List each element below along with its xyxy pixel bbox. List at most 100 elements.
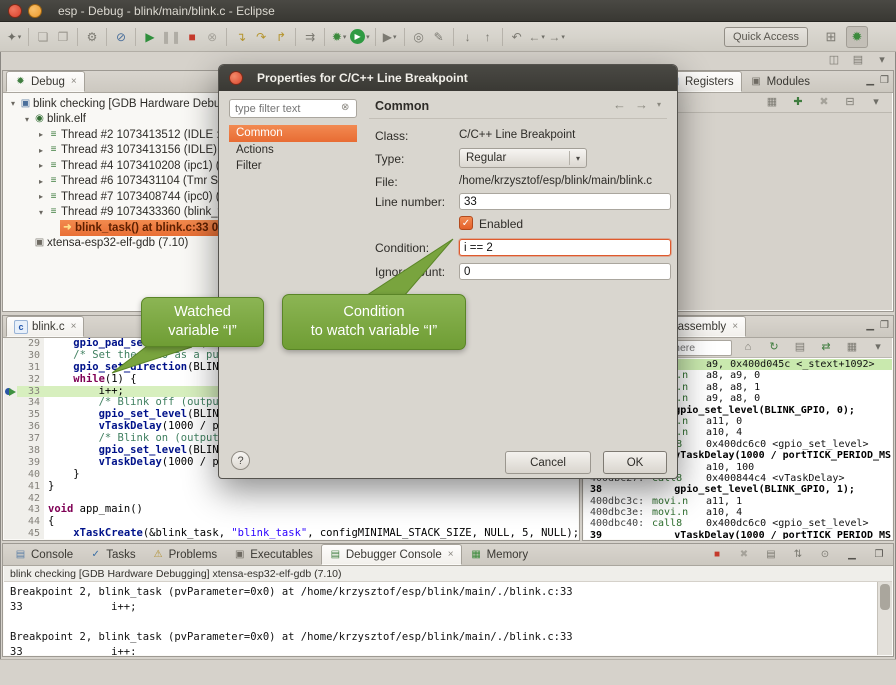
clear-console-icon[interactable]: ▤: [762, 547, 780, 562]
new-wizard-icon[interactable]: ✦▾: [5, 27, 23, 47]
maximize-icon[interactable]: ❐: [870, 547, 888, 562]
add-register-group-icon[interactable]: ✚: [789, 95, 807, 111]
disassembly-source-line[interactable]: 39 vTaskDelay(1000 / portTICK_PERIOD_MS)…: [584, 530, 892, 539]
filter-input[interactable]: [229, 99, 357, 118]
collapse-all-icon[interactable]: ⊟: [841, 95, 859, 111]
previous-annotation-icon[interactable]: ↑: [479, 27, 497, 47]
save-icon[interactable]: ❏: [34, 27, 52, 47]
search-icon[interactable]: ◎: [410, 27, 428, 47]
sync-selection-icon[interactable]: ⇄: [817, 340, 835, 356]
open-perspective-icon[interactable]: ⊞: [820, 26, 842, 48]
tab-console[interactable]: ▤Console: [6, 544, 81, 565]
breakpoint-margin[interactable]: [4, 504, 17, 516]
show-source-icon[interactable]: ▤: [791, 340, 809, 356]
breakpoint-margin[interactable]: [4, 338, 17, 350]
back-icon[interactable]: ←▾: [528, 27, 546, 47]
console-scrollbar[interactable]: [877, 582, 892, 655]
expander-open-icon[interactable]: ▾: [8, 99, 18, 108]
code-line[interactable]: 41}: [4, 481, 578, 493]
view-menu-icon[interactable]: ▾: [869, 340, 887, 356]
help-button[interactable]: ?: [231, 451, 250, 470]
debug-icon[interactable]: ✹▾: [330, 27, 348, 47]
editor-area-icon[interactable]: ◫: [825, 53, 843, 68]
breakpoint-margin[interactable]: [4, 528, 17, 539]
minimize-icon[interactable]: ▁: [866, 320, 874, 331]
expander-closed-icon[interactable]: ▸: [36, 146, 46, 155]
disconnect-icon[interactable]: ⊗: [203, 27, 221, 47]
close-tab-icon[interactable]: ×: [71, 76, 77, 87]
external-tools-icon[interactable]: ▶▾: [381, 27, 399, 47]
mark-occurrences-icon[interactable]: ✎: [430, 27, 448, 47]
breakpoint-margin[interactable]: [4, 493, 17, 505]
resume-icon[interactable]: ▶: [141, 27, 159, 47]
breakpoint-margin[interactable]: [4, 516, 17, 528]
window-close-button[interactable]: [8, 4, 22, 18]
disassembly-source-line[interactable]: 38 gpio_set_level(BLINK_GPIO, 1);: [584, 484, 892, 495]
condition-input[interactable]: [459, 239, 671, 256]
step-return-icon[interactable]: ↱: [272, 27, 290, 47]
enabled-checkbox[interactable]: ✓: [459, 216, 473, 230]
step-over-icon[interactable]: ↷: [252, 27, 270, 47]
breakpoint-margin[interactable]: [4, 445, 17, 457]
expander-open-icon[interactable]: ▾: [22, 115, 32, 124]
run-icon[interactable]: ▶▾: [350, 27, 370, 47]
forward-icon[interactable]: →▾: [548, 27, 566, 47]
breakpoint-margin[interactable]: [4, 362, 17, 374]
breakpoint-margin[interactable]: [4, 433, 17, 445]
breakpoint-margin[interactable]: [4, 457, 17, 469]
disassembly-line[interactable]: 400dbc40:call80x400dc6c0 <gpio_set_level…: [584, 518, 892, 529]
window-minimize-button[interactable]: [28, 4, 42, 18]
close-tab-icon[interactable]: ×: [71, 321, 77, 332]
dialog-nav-item-common[interactable]: Common: [229, 125, 357, 142]
forward-icon[interactable]: →: [635, 97, 648, 112]
line-number-input[interactable]: [459, 193, 671, 210]
ok-button[interactable]: OK: [603, 451, 667, 474]
history-menu-icon[interactable]: ▾: [657, 100, 661, 109]
tab-memory[interactable]: ▦Memory: [462, 544, 537, 565]
code-line[interactable]: 45 xTaskCreate(&blink_task, "blink_task"…: [4, 528, 578, 539]
refresh-icon[interactable]: ↻: [765, 340, 783, 356]
skip-all-breakpoints-icon[interactable]: ⊘: [112, 27, 130, 47]
debug-perspective-icon[interactable]: ✹: [846, 26, 868, 48]
disassembly-line[interactable]: 400dbc3c:movi.na11, 1: [584, 496, 892, 507]
tab-tasks[interactable]: ✓Tasks: [81, 544, 143, 565]
expander-closed-icon[interactable]: ▸: [36, 161, 46, 170]
home-icon[interactable]: ⌂: [739, 340, 757, 356]
breakpoint-margin[interactable]: [4, 374, 17, 386]
perspective-menu-icon[interactable]: ▾: [873, 53, 891, 68]
pin-console-icon[interactable]: ⊙: [816, 547, 834, 562]
layout-icon[interactable]: ▦: [763, 95, 781, 111]
expander-closed-icon[interactable]: ▸: [36, 192, 46, 201]
remove-register-group-icon[interactable]: ✖: [815, 95, 833, 111]
scroll-lock-icon[interactable]: ⇅: [789, 547, 807, 562]
tab-executables[interactable]: ▣Executables: [225, 544, 321, 565]
back-icon[interactable]: ←: [613, 97, 626, 112]
code-line[interactable]: 43void app_main(): [4, 504, 578, 516]
dialog-nav-item-filter[interactable]: Filter: [229, 158, 357, 175]
cancel-button[interactable]: Cancel: [505, 451, 591, 474]
tab-blink-c[interactable]: c blink.c ×: [6, 316, 84, 337]
remove-launch-icon[interactable]: ✖: [735, 547, 753, 562]
breakpoint-margin[interactable]: [4, 350, 17, 362]
tab-debugger-console[interactable]: ▤Debugger Console×: [321, 544, 462, 565]
minimize-icon[interactable]: ▁: [843, 547, 861, 562]
close-tab-icon[interactable]: ×: [732, 321, 738, 332]
type-dropdown[interactable]: Regular ▾: [459, 148, 587, 168]
view-menu-icon[interactable]: ▾: [867, 95, 885, 111]
save-all-icon[interactable]: ❐: [54, 27, 72, 47]
maximize-icon[interactable]: ❐: [880, 320, 889, 331]
opcode-icon[interactable]: ▦: [843, 340, 861, 356]
breakpoint-margin[interactable]: [4, 409, 17, 421]
suspend-icon[interactable]: ❚❚: [161, 27, 181, 47]
next-annotation-icon[interactable]: ↓: [459, 27, 477, 47]
breakpoint-margin[interactable]: [4, 481, 17, 493]
ignore-count-input[interactable]: [459, 263, 671, 280]
minimize-icon[interactable]: ▁: [866, 75, 874, 86]
terminate-console-icon[interactable]: ■: [708, 547, 726, 562]
dialog-close-button[interactable]: [229, 71, 243, 85]
clear-filter-icon[interactable]: ⊗: [341, 102, 349, 113]
step-into-icon[interactable]: ↴: [232, 27, 250, 47]
instruction-stepping-icon[interactable]: ⇉: [301, 27, 319, 47]
last-edit-location-icon[interactable]: ↶: [508, 27, 526, 47]
expander-open-icon[interactable]: ▾: [36, 208, 46, 217]
